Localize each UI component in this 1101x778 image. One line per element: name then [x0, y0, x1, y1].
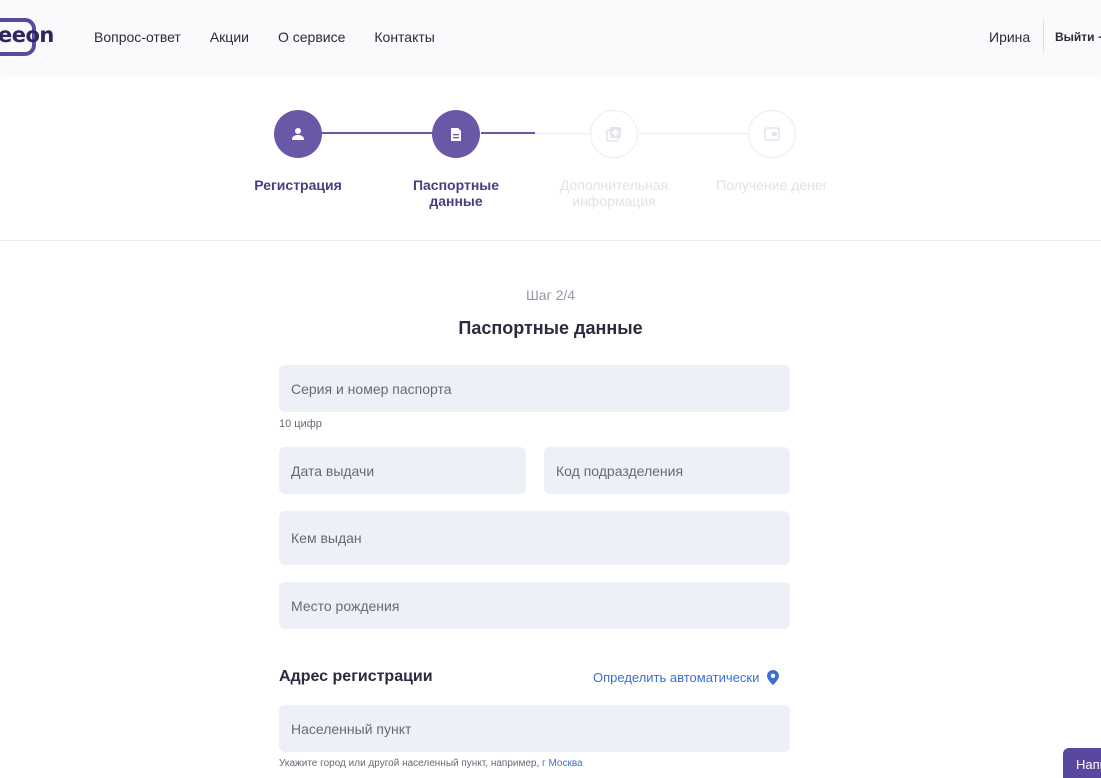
locality-field[interactable]: Населенный пункт — [279, 705, 790, 752]
locality-placeholder: Населенный пункт — [291, 720, 412, 737]
birthplace-placeholder: Место рождения — [291, 597, 400, 614]
stepper-divider — [0, 240, 1101, 241]
step-4-label: Получение денег — [702, 177, 842, 193]
step-3-label: Дополнительная информация — [544, 177, 684, 209]
step-4-label-text: Получение денег — [716, 177, 828, 193]
locality-hint-example[interactable]: г Москва — [542, 758, 583, 769]
write-us-button[interactable]: Написать — [1063, 748, 1101, 778]
auto-detect-label: Определить автоматически — [593, 670, 760, 685]
step-2-label: Паспортные данные — [386, 177, 526, 209]
issued-by-field[interactable]: Кем выдан — [279, 511, 790, 565]
step-connector-2a — [481, 132, 535, 134]
step-2-label-line1: Паспортные — [412, 177, 500, 193]
passport-hint: 10 цифр — [279, 418, 322, 430]
step-3-label-line2: информация — [572, 193, 656, 209]
step-3-label-line1: Дополнительная — [559, 177, 669, 193]
step-counter: Шаг 2/4 — [525, 287, 576, 303]
division-code-placeholder: Код подразделения — [556, 462, 684, 479]
issued-by-placeholder: Кем выдан — [291, 530, 362, 546]
step-1-label-text: Регистрация — [254, 177, 342, 193]
auto-detect-location-link[interactable]: Определить автоматически — [593, 670, 780, 685]
passport-number-placeholder: Серия и номер паспорта — [291, 380, 452, 397]
step-4-circle — [748, 110, 796, 158]
document-icon — [451, 127, 461, 141]
step-2-label-line2: данные — [429, 193, 483, 209]
step-connector-2b — [535, 133, 590, 134]
issue-date-placeholder: Дата выдачи — [291, 462, 375, 479]
step-3-circle — [590, 110, 638, 158]
step-connector-3 — [638, 133, 749, 134]
birthplace-field[interactable]: Место рождения — [279, 582, 790, 629]
step-1-label: Регистрация — [228, 177, 368, 193]
progress-stepper: Регистрация Паспортные данные Дополнител… — [0, 0, 1101, 241]
locality-hint-text: Укажите город или другой населенный пунк… — [279, 758, 540, 769]
wallet-icon — [764, 127, 780, 141]
address-section-title: Адрес регистрации — [279, 668, 433, 685]
step-1-circle — [274, 110, 322, 158]
form-title: Паспортные данные — [458, 318, 643, 338]
write-us-label: Написать — [1076, 757, 1101, 772]
step-connector-1 — [321, 132, 433, 134]
location-pin-icon — [767, 670, 780, 685]
division-code-field[interactable]: Код подразделения — [544, 447, 790, 494]
step-2-circle — [432, 110, 480, 158]
user-icon — [292, 128, 304, 140]
issue-date-field[interactable]: Дата выдачи — [279, 447, 526, 494]
add-document-icon — [606, 127, 621, 142]
locality-hint: Укажите город или другой населенный пунк… — [279, 758, 583, 769]
passport-number-field[interactable]: Серия и номер паспорта — [279, 365, 790, 412]
